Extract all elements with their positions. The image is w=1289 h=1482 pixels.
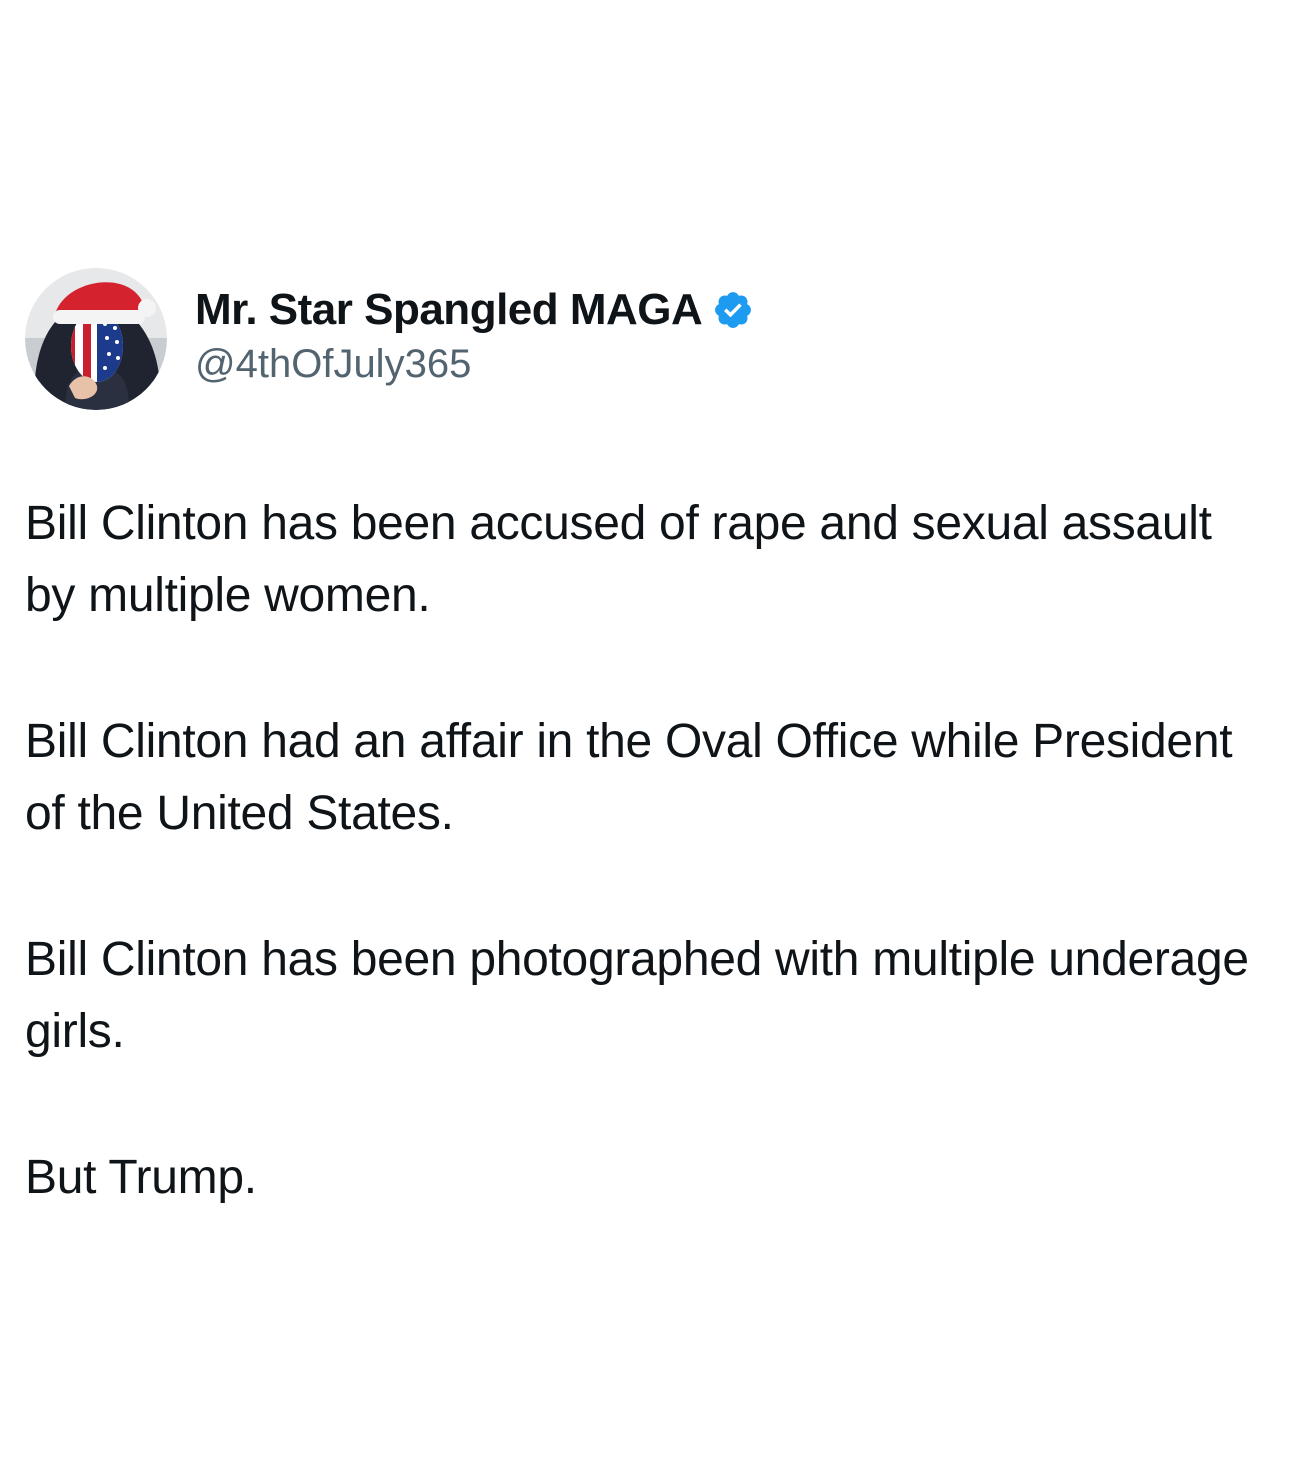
tweet-paragraph: Bill Clinton has been accused of rape an… bbox=[25, 497, 1212, 622]
author-handle[interactable]: @4thOfJuly365 bbox=[195, 342, 754, 387]
display-name[interactable]: Mr. Star Spangled MAGA bbox=[195, 285, 703, 335]
tweet-paragraph: Bill Clinton has been photographed with … bbox=[25, 933, 1249, 1058]
name-row: Mr. Star Spangled MAGA bbox=[195, 282, 754, 338]
tweet-header: Mr. Star Spangled MAGA @4thOfJuly365 bbox=[25, 266, 754, 411]
tweet-paragraph: But Trump. bbox=[25, 1151, 257, 1204]
tweet-text: Bill Clinton has been accused of rape an… bbox=[25, 488, 1255, 1214]
verified-badge-icon bbox=[712, 289, 754, 331]
avatar-image bbox=[25, 267, 167, 410]
author-identity: Mr. Star Spangled MAGA @4thOfJuly365 bbox=[195, 282, 754, 387]
avatar[interactable] bbox=[25, 267, 167, 410]
tweet: Mr. Star Spangled MAGA @4thOfJuly365 Bil… bbox=[0, 0, 1289, 1482]
tweet-paragraph: Bill Clinton had an affair in the Oval O… bbox=[25, 715, 1233, 840]
